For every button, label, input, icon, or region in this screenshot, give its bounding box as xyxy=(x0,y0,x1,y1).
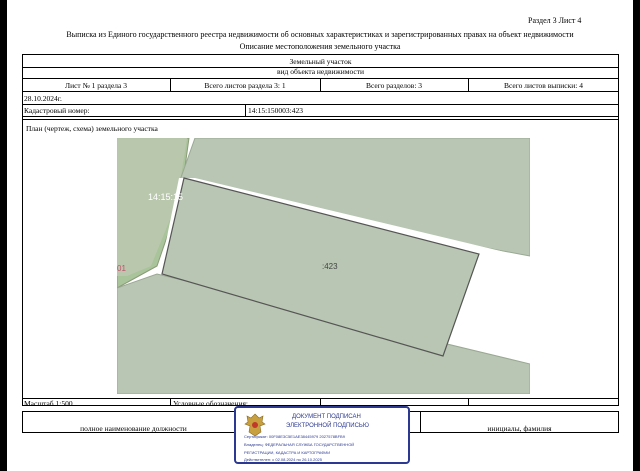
document-page: Раздел 3 Лист 4 Выписка из Единого госуд… xyxy=(0,0,640,471)
stamp-owner: Владелец: ФЕДЕРАЛЬНАЯ СЛУЖБА ГОСУДАРСТВЕ… xyxy=(244,442,355,447)
stamp-certificate: Сертификат: 00F08E3C5E1AE38445979 202757… xyxy=(244,434,345,439)
position-label: полное наименование должности xyxy=(80,424,187,433)
cadastral-label: Кадастровый номер: xyxy=(24,106,90,115)
parcel-plan: 14:15:15 01 :423 xyxy=(117,138,530,394)
cadastral-number: 14:15:150003:423 xyxy=(248,106,304,115)
sheets-in-section: Всего листов раздела 3: 1 xyxy=(204,81,286,90)
extract-date: 28.10.2024г. xyxy=(24,94,62,103)
plan-label: План (чертеж, схема) земельного участка xyxy=(26,124,158,133)
scan-edge-right xyxy=(633,0,640,471)
object-name: Земельный участок xyxy=(289,57,352,66)
electronic-signature-stamp: ДОКУМЕНТ ПОДПИСАН ЭЛЕКТРОННОЙ ПОДПИСЬЮ С… xyxy=(234,406,410,464)
stamp-line-2: ЭЛЕКТРОННОЙ ПОДПИСЬЮ xyxy=(286,423,369,429)
sheet-number: Лист № 1 раздела 3 xyxy=(65,81,127,90)
document-subtitle: Описание местоположения земельного участ… xyxy=(239,42,401,51)
scale-label: Масштаб 1:500 xyxy=(24,399,73,408)
neighbor-label-2: 01 xyxy=(117,264,126,273)
initials-label: инициалы, фамилия xyxy=(487,424,552,433)
stamp-owner-2: РЕГИСТРАЦИИ, КАДАСТРА И КАРТОГРАФИИ xyxy=(244,450,331,455)
section-sheet-label: Раздел 3 Лист 4 xyxy=(528,16,582,25)
scan-edge-left xyxy=(0,0,7,471)
object-kind: вид объекта недвижимости xyxy=(276,67,365,76)
parcel-label: :423 xyxy=(322,262,338,271)
neighbor-label: 14:15:15 xyxy=(148,192,183,202)
total-sheets: Всего листов выписки: 4 xyxy=(504,81,583,90)
stamp-validity: Действителен: с 02.08.2024 по 26.10.2025 xyxy=(244,457,322,462)
total-sections: Всего разделов: 3 xyxy=(365,81,423,90)
stamp-line-1: ДОКУМЕНТ ПОДПИСАН xyxy=(292,414,361,420)
document-title: Выписка из Единого государственного реес… xyxy=(66,30,574,39)
parcel-plan-svg: 14:15:15 01 :423 xyxy=(117,138,530,394)
